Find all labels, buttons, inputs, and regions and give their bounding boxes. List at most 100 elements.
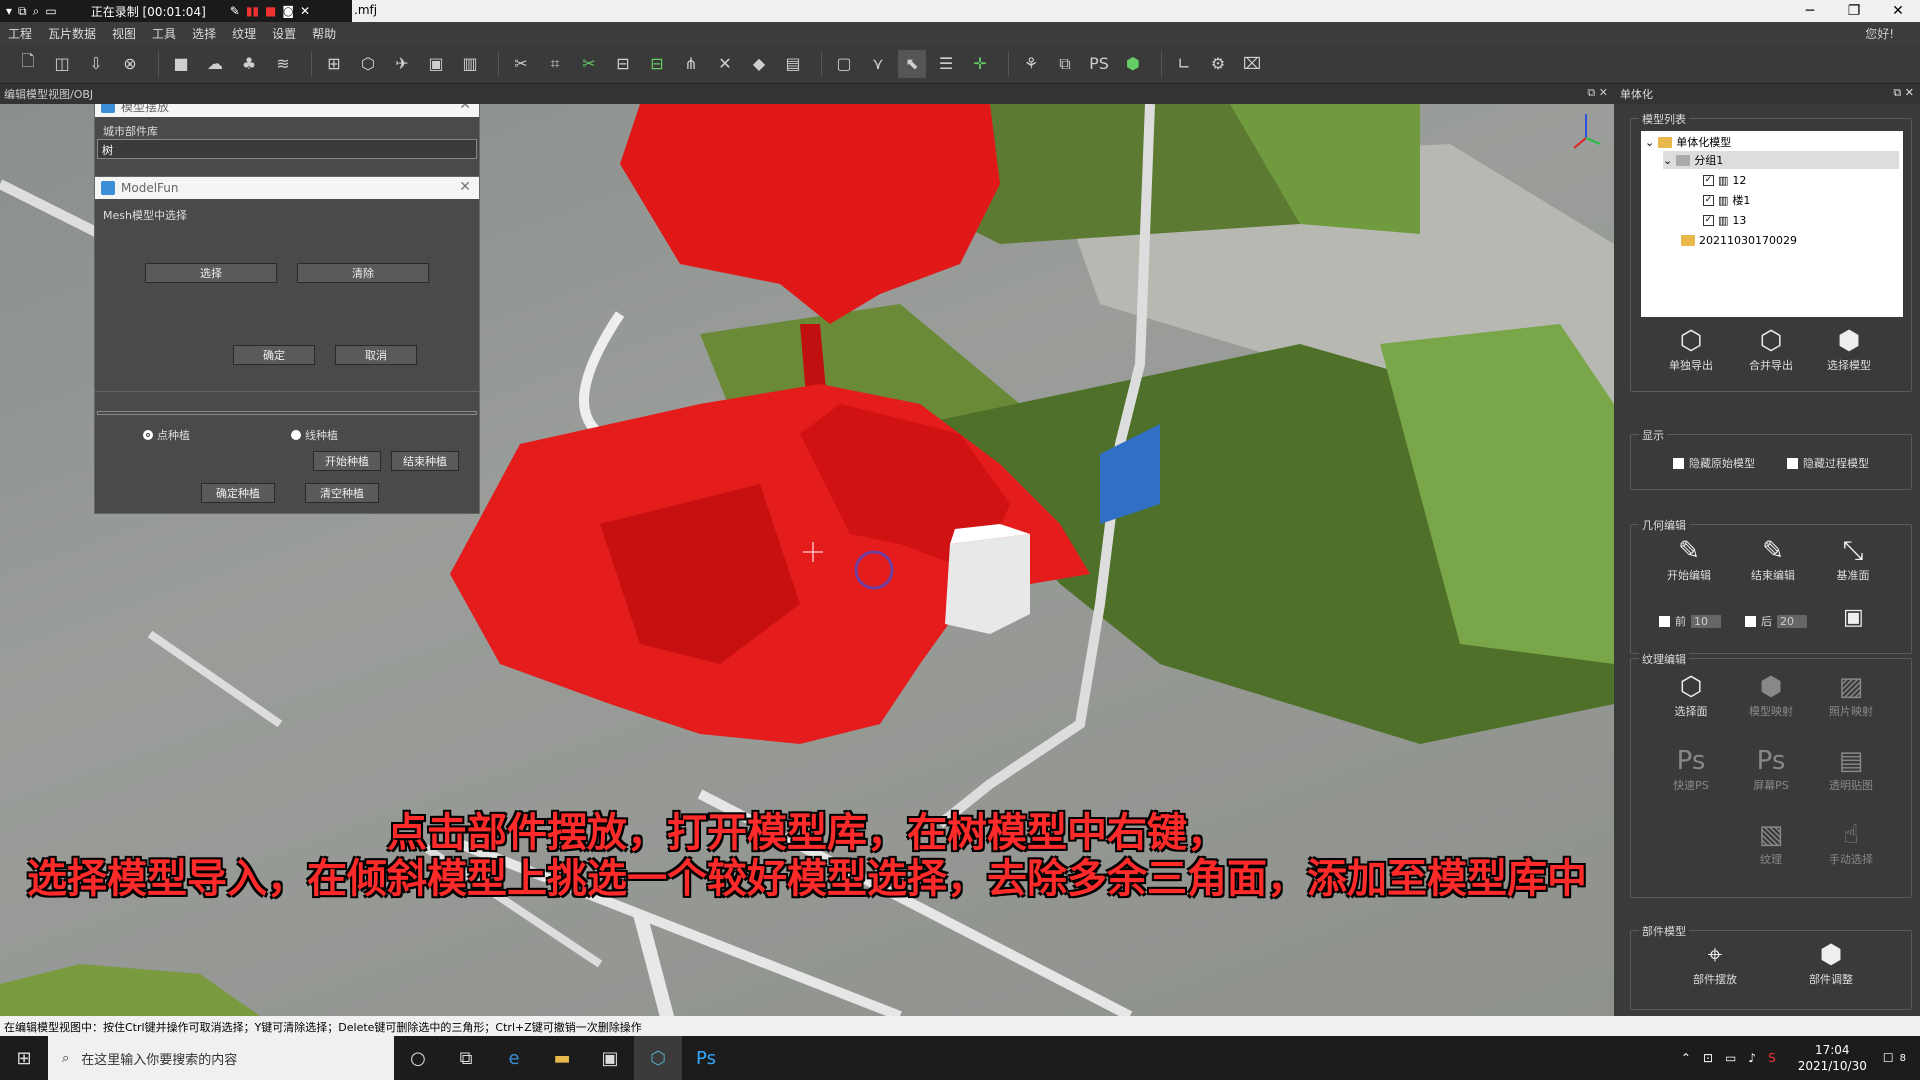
viewport-float-close-icon[interactable]: ⧉ ✕	[1587, 86, 1608, 100]
ps-icon[interactable]: PS	[1085, 50, 1113, 78]
confirm-plant-button[interactable]: 确定种植	[201, 483, 275, 503]
select-button[interactable]: 选择	[145, 263, 277, 283]
gear-icon[interactable]: ⚙	[1204, 50, 1232, 78]
new-file-icon[interactable]: 🗋	[14, 50, 42, 78]
fill-icon[interactable]: ◆	[745, 50, 773, 78]
minimize-button[interactable]: ─	[1788, 0, 1832, 22]
building-icon[interactable]: ▥	[456, 50, 484, 78]
export-merge-button[interactable]: ⬡ 合并导出	[1739, 325, 1803, 373]
lasso-icon[interactable]: ⋎	[864, 50, 892, 78]
clear-plant-button[interactable]: 清空种植	[305, 483, 379, 503]
bridge-icon[interactable]: ⋔	[677, 50, 705, 78]
zoom-icon[interactable]: ⌕	[33, 4, 40, 19]
plane-icon[interactable]: ✈	[388, 50, 416, 78]
parts-place-button[interactable]: ⌖ 部件摆放	[1683, 939, 1747, 987]
stop-icon[interactable]: ■	[265, 4, 276, 18]
menu-settings[interactable]: 设置	[272, 25, 296, 42]
line-plant-radio[interactable]: 线种植	[291, 427, 338, 443]
edge-icon[interactable]: e	[490, 1036, 538, 1080]
pointer-select-icon[interactable]: ⬉	[898, 49, 926, 78]
tree-root[interactable]: ⌄ 单体化模型	[1645, 133, 1731, 151]
back-input[interactable]: 20	[1777, 614, 1807, 628]
pen-icon[interactable]: ✎	[230, 4, 240, 18]
model-layout-titlebar[interactable]: 模型摆放 ✕	[95, 104, 479, 117]
display-icon[interactable]: ▭	[1725, 1051, 1736, 1065]
checkbox-icon[interactable]	[1673, 457, 1684, 469]
panel-float-close-icon[interactable]: ⧉ ✕	[1893, 86, 1914, 100]
tree-item[interactable]: ✓ ▥ 楼1	[1703, 191, 1750, 209]
library-search-input[interactable]: 树	[97, 139, 477, 159]
photo-map-button[interactable]: ▨ 照片映射	[1819, 671, 1883, 719]
menu-select[interactable]: 选择	[192, 25, 216, 42]
pause-icon[interactable]: ▮▮	[246, 4, 259, 18]
menu-view[interactable]: 视图	[112, 25, 136, 42]
3d-viewport[interactable]: 点击部件摆放，打开模型库，在树模型中右键， 选择模型导入，在倾斜模型上挑选一个较…	[0, 104, 1614, 1016]
ok-button[interactable]: 确定	[233, 345, 315, 365]
menu-help[interactable]: 帮助	[312, 25, 336, 42]
export-single-button[interactable]: ⬡ 单独导出	[1659, 325, 1723, 373]
menu-tile-data[interactable]: 瓦片数据	[48, 25, 96, 42]
select-face-button[interactable]: ⬡ 选择面	[1659, 671, 1723, 719]
select-model-button[interactable]: ⬢ 选择模型	[1817, 325, 1881, 373]
camera-icon[interactable]: ◙	[282, 4, 294, 18]
checkbox-icon[interactable]	[1745, 615, 1756, 627]
base-plane-button[interactable]: ⤡ 基准面	[1821, 535, 1885, 583]
front-input[interactable]: 10	[1691, 614, 1721, 628]
back-checkbox[interactable]: 后 20	[1745, 613, 1807, 629]
move-icon[interactable]: ✛	[966, 50, 994, 78]
clock[interactable]: 17:04 2021/10/30	[1798, 1042, 1867, 1074]
scissor-point-icon[interactable]: ✕	[711, 50, 739, 78]
photoshop-icon[interactable]: Ps	[682, 1036, 730, 1080]
checkbox-icon[interactable]: ✓	[1703, 194, 1714, 206]
parts-adjust-button[interactable]: ⬢ 部件调整	[1799, 939, 1863, 987]
doc-icon[interactable]: ▤	[779, 50, 807, 78]
input-method-icon[interactable]: S	[1768, 1051, 1776, 1065]
hide-original-checkbox[interactable]: 隐藏原始模型	[1673, 455, 1755, 471]
texture-button[interactable]: ▧ 纹理	[1739, 819, 1803, 867]
green-flatten-icon[interactable]: ⊟	[643, 50, 671, 78]
close-button[interactable]: ✕	[1876, 0, 1920, 22]
overlap-icon[interactable]: ⧉	[1051, 50, 1079, 78]
crop-tool-icon[interactable]: ⌗	[541, 50, 569, 78]
end-plant-button[interactable]: 结束种植	[391, 451, 459, 471]
green-cut-icon[interactable]: ✂	[575, 50, 603, 78]
layers-icon[interactable]: ≋	[269, 50, 297, 78]
tree-icon[interactable]: ♣	[235, 50, 263, 78]
crop-icon[interactable]: ▭	[45, 4, 56, 18]
dropdown-icon[interactable]: ▾	[6, 4, 12, 18]
model-tree[interactable]: ⌄ 单体化模型 ⌄ 分组1 ✓ ▥ 12 ✓ ▥ 楼1 ✓ ▥ 13 20211…	[1641, 131, 1903, 317]
stack-icon[interactable]: ☰	[932, 50, 960, 78]
task-view-icon[interactable]: ⧉	[442, 1036, 490, 1080]
volume-icon[interactable]: ♪	[1748, 1051, 1756, 1065]
grid-icon[interactable]: ⊞	[320, 50, 348, 78]
cancel-icon[interactable]: ⊗	[116, 50, 144, 78]
taskbar-search[interactable]: ⌕ 在这里输入你要搜索的内容	[48, 1036, 394, 1080]
split-view-icon[interactable]: ◫	[48, 50, 76, 78]
axis-icon[interactable]: ∟	[1170, 50, 1198, 78]
checkbox-icon[interactable]: ✓	[1703, 214, 1714, 226]
manual-select-button[interactable]: ☝ 手动选择	[1819, 819, 1883, 867]
chevron-down-icon[interactable]: ⌄	[1663, 154, 1672, 167]
cube-icon[interactable]: ⬡	[354, 50, 382, 78]
cortana-icon[interactable]: ○	[394, 1036, 442, 1080]
import-icon[interactable]: ⇩	[82, 50, 110, 78]
notification-icon[interactable]: ☐	[1883, 1051, 1894, 1065]
model-map-button[interactable]: ⬢ 模型映射	[1739, 671, 1803, 719]
hide-process-checkbox[interactable]: 隐藏过程模型	[1787, 455, 1869, 471]
screen-ps-button[interactable]: Ps 屏幕PS	[1739, 745, 1803, 793]
tree-item[interactable]: ✓ ▥ 13	[1703, 211, 1746, 229]
start-edit-button[interactable]: ✎ 开始编辑	[1657, 535, 1721, 583]
tree-group[interactable]: ⌄ 分组1	[1663, 151, 1899, 169]
image-icon[interactable]: ▣	[422, 50, 450, 78]
end-edit-button[interactable]: ✎ 结束编辑	[1741, 535, 1805, 583]
photo-frame-icon[interactable]: ▣	[1843, 605, 1864, 630]
network-icon[interactable]: ⊡	[1703, 1051, 1713, 1065]
close-icon[interactable]: ✕	[459, 104, 471, 113]
modelfun-titlebar[interactable]: ModelFun ✕	[95, 177, 479, 199]
start-plant-button[interactable]: 开始种植	[313, 451, 381, 471]
point-plant-radio[interactable]: 点种植	[143, 427, 190, 443]
chevron-up-icon[interactable]: ⌃	[1681, 1051, 1691, 1065]
checkbox-icon[interactable]	[1787, 457, 1798, 469]
maximize-button[interactable]: ❐	[1832, 0, 1876, 22]
menu-texture[interactable]: 纹理	[232, 25, 256, 42]
